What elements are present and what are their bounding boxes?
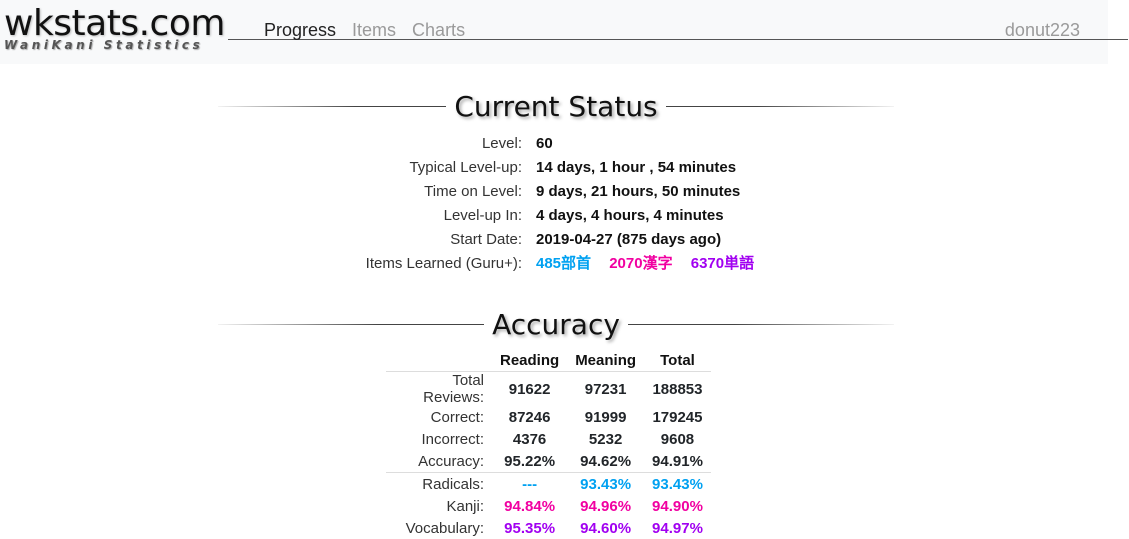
status-value: 60: [536, 135, 553, 152]
column-header-blank: [386, 349, 492, 372]
items-learned-values: 485部首 2070漢字 6370単語: [536, 252, 768, 276]
status-row-start-date: Start Date: 2019-04-27 (875 days ago): [218, 228, 894, 252]
status-label: Time on Level:: [424, 183, 522, 200]
table-row-kanji: Kanji: 94.84% 94.96% 94.90%: [386, 495, 711, 517]
status-value: 2019-04-27 (875 days ago): [536, 231, 722, 248]
accuracy-heading: Accuracy: [218, 308, 894, 341]
cell-reading: 95.22%: [504, 452, 556, 470]
cell-reading: 94.84%: [504, 497, 556, 515]
row-label: Radicals:: [386, 472, 492, 495]
cell-meaning: 5232: [588, 430, 623, 448]
cell-total: 94.90%: [652, 497, 703, 515]
nav-link-charts[interactable]: Charts: [412, 20, 465, 41]
status-row-levelup-in: Level-up In: 4 days, 4 hours, 4 minutes: [218, 204, 894, 228]
table-header-row: Reading Meaning Total: [386, 349, 711, 372]
status-label: Level:: [481, 135, 522, 152]
cell-meaning: 91999: [584, 408, 627, 426]
cell-meaning: 97231: [584, 380, 627, 398]
column-header-reading: Reading: [492, 349, 568, 372]
column-header-total: Total: [644, 349, 711, 372]
kanji-learned: 2070漢字: [609, 255, 673, 272]
current-status-title: Current Status: [454, 90, 658, 123]
status-row-typical-levelup: Typical Level-up: 14 days, 1 hour , 54 m…: [218, 156, 894, 180]
status-list: Level: 60 Typical Level-up: 14 days, 1 h…: [218, 132, 894, 276]
status-label: Typical Level-up:: [409, 159, 522, 176]
nav-link-items[interactable]: Items: [352, 20, 396, 41]
cell-meaning: 94.96%: [580, 497, 632, 515]
vocabulary-learned: 6370単語: [690, 255, 755, 272]
nav-links: Progress Items Charts: [264, 20, 465, 41]
status-value: 9 days, 21 hours, 50 minutes: [536, 183, 741, 200]
row-label: Incorrect:: [421, 430, 484, 448]
table-row-correct: Correct: 87246 91999 179245: [386, 406, 711, 428]
current-status-heading: Current Status: [218, 90, 895, 123]
user-menu[interactable]: donut223: [1005, 20, 1080, 41]
cell-total: 9608: [660, 430, 695, 448]
cell-reading: 4376: [512, 430, 547, 448]
brand-subtitle: WaniKani Statistics: [4, 38, 204, 52]
heading-rule-right: [665, 106, 895, 107]
nav-link-progress[interactable]: Progress: [264, 20, 336, 41]
cell-meaning: 93.43%: [567, 472, 645, 495]
status-label: Start Date:: [450, 231, 522, 248]
brand-logo[interactable]: wkstats.com WaniKani Statistics: [4, 2, 230, 52]
accuracy-table: Reading Meaning Total Total Reviews: 916…: [386, 349, 711, 539]
cell-reading: 87246: [508, 408, 551, 426]
column-header-meaning: Meaning: [567, 349, 645, 372]
table-row-radicals: Radicals: --- 93.43% 93.43%: [386, 472, 711, 495]
heading-rule-right: [627, 324, 894, 325]
heading-rule-left: [218, 324, 485, 325]
table-row-incorrect: Incorrect: 4376 5232 9608: [386, 428, 711, 450]
cell-reading: ---: [492, 472, 568, 495]
table-row-total-reviews: Total Reviews: 91622 97231 188853: [386, 372, 711, 406]
status-row-items-learned: Items Learned (Guru+): 485部首 2070漢字 6370…: [218, 252, 894, 276]
status-value: 4 days, 4 hours, 4 minutes: [536, 207, 724, 224]
row-label: Accuracy:: [418, 452, 484, 470]
cell-reading: 91622: [508, 380, 551, 398]
status-row-time-on-level: Time on Level: 9 days, 21 hours, 50 minu…: [218, 180, 894, 204]
row-label: Correct:: [430, 408, 484, 426]
cell-total: 179245: [652, 408, 703, 426]
cell-total: 94.91%: [652, 452, 703, 470]
table-row-accuracy: Accuracy: 95.22% 94.62% 94.91%: [386, 450, 711, 473]
status-label: Level-up In:: [443, 207, 522, 224]
cell-meaning: 94.62%: [580, 452, 632, 470]
row-label: Total Reviews:: [423, 372, 484, 406]
radicals-learned: 485部首: [536, 255, 592, 272]
navbar: wkstats.com WaniKani Statistics Progress…: [0, 0, 1128, 64]
cell-total: 93.43%: [644, 472, 711, 495]
accuracy-title: Accuracy: [492, 308, 620, 341]
cell-total: 188853: [652, 380, 703, 398]
status-row-level: Level: 60: [218, 132, 894, 156]
row-label: Kanji:: [446, 497, 484, 515]
heading-rule-left: [218, 106, 447, 107]
status-label: Items Learned (Guru+):: [365, 255, 522, 272]
status-value: 14 days, 1 hour , 54 minutes: [536, 159, 737, 176]
